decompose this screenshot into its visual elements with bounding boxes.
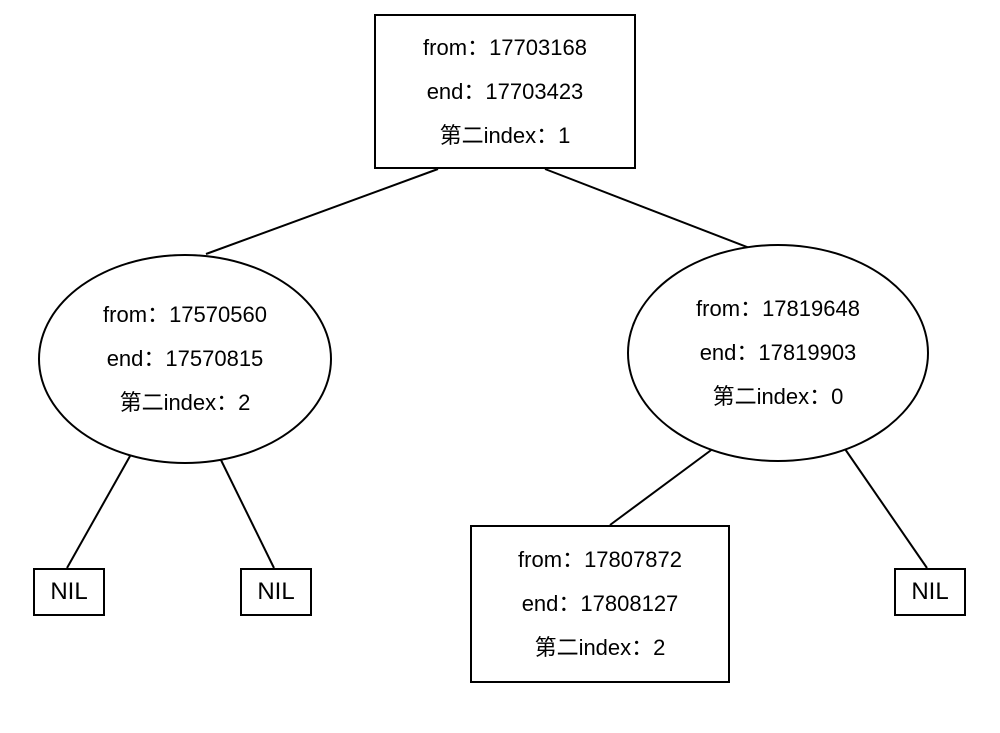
inner-end-row: end：17808127 — [522, 582, 679, 626]
end-label: end： — [427, 79, 486, 104]
left-from-row: from：17570560 — [103, 293, 267, 337]
left-end-value: 17570815 — [165, 346, 263, 371]
end-label: end： — [522, 591, 581, 616]
left-index-row: 第二index：2 — [120, 381, 251, 425]
root-node: from：17703168 end：17703423 第二index：1 — [374, 14, 636, 169]
right-child-node: from：17819648 end：17819903 第二index：0 — [627, 244, 929, 462]
left-from-value: 17570560 — [169, 302, 267, 327]
root-from-row: from：17703168 — [423, 26, 587, 70]
from-label: from： — [103, 302, 169, 327]
left-index-value: 2 — [238, 390, 250, 415]
from-label: from： — [518, 547, 584, 572]
end-label: end： — [700, 340, 759, 365]
nil-leaf: NIL — [894, 568, 966, 616]
inner-index-row: 第二index：2 — [535, 626, 666, 670]
nil-label: NIL — [257, 580, 294, 604]
inner-from-value: 17807872 — [584, 547, 682, 572]
root-from-value: 17703168 — [489, 35, 587, 60]
root-index-value: 1 — [558, 123, 570, 148]
nil-leaf: NIL — [33, 568, 105, 616]
inner-index-value: 2 — [653, 635, 665, 660]
nil-label: NIL — [911, 580, 948, 604]
right-from-value: 17819648 — [762, 296, 860, 321]
right-end-value: 17819903 — [758, 340, 856, 365]
end-label: end： — [107, 346, 166, 371]
right-index-row: 第二index：0 — [713, 375, 844, 419]
root-index-row: 第二index：1 — [440, 114, 571, 158]
from-label: from： — [696, 296, 762, 321]
inner-end-value: 17808127 — [580, 591, 678, 616]
nil-label: NIL — [50, 580, 87, 604]
right-from-row: from：17819648 — [696, 287, 860, 331]
root-end-row: end：17703423 — [427, 70, 584, 114]
right-index-value: 0 — [831, 384, 843, 409]
inner-node: from：17807872 end：17808127 第二index：2 — [470, 525, 730, 683]
inner-from-row: from：17807872 — [518, 538, 682, 582]
index-label: 第二index： — [120, 390, 239, 415]
index-label: 第二index： — [713, 384, 832, 409]
from-label: from： — [423, 35, 489, 60]
index-label: 第二index： — [440, 123, 559, 148]
index-label: 第二index： — [535, 635, 654, 660]
tree-diagram: from：17703168 end：17703423 第二index：1 fro… — [0, 0, 1000, 733]
left-child-node: from：17570560 end：17570815 第二index：2 — [38, 254, 332, 464]
right-end-row: end：17819903 — [700, 331, 857, 375]
root-end-value: 17703423 — [485, 79, 583, 104]
nil-leaf: NIL — [240, 568, 312, 616]
left-end-row: end：17570815 — [107, 337, 264, 381]
